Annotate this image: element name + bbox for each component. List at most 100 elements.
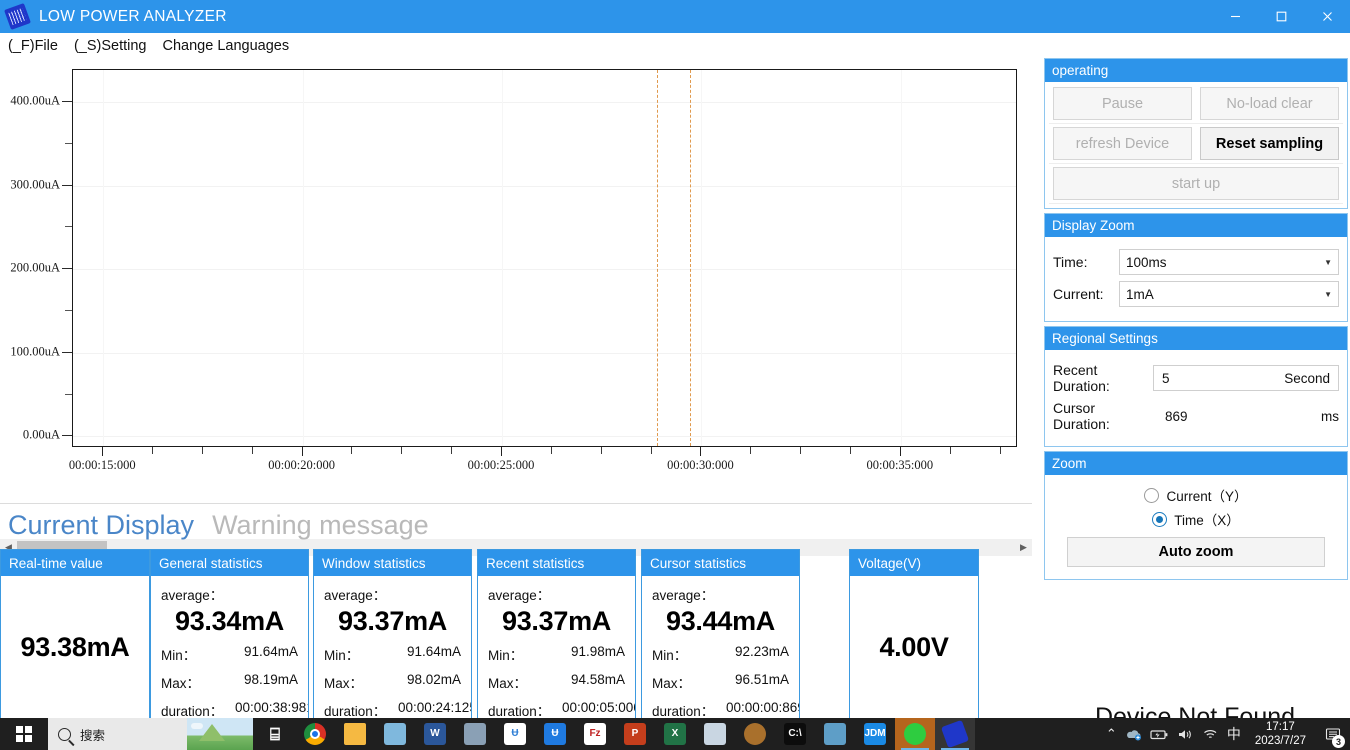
- current-zoom-row: Current: 1mA ▼: [1053, 281, 1339, 307]
- chrome-icon[interactable]: [295, 718, 335, 750]
- grid-line-vertical: [103, 70, 105, 446]
- clock-time: 17:17: [1266, 720, 1295, 733]
- stats-panel: Real-time value 93.38mA: [0, 549, 150, 719]
- ime-language-icon[interactable]: 中: [1227, 724, 1241, 744]
- task-view-icon[interactable]: ⌸: [255, 718, 295, 750]
- operating-row-3: start up: [1049, 164, 1343, 204]
- close-button[interactable]: [1304, 0, 1350, 33]
- taskbar-clock[interactable]: 17:17 2023/7/27: [1249, 720, 1312, 749]
- radio-time-x[interactable]: [1152, 511, 1168, 527]
- max-label: Max：: [324, 676, 364, 691]
- terminal-icon[interactable]: C:\: [775, 718, 815, 750]
- start-button[interactable]: [0, 718, 48, 750]
- max-value: 94.58mA: [570, 672, 625, 687]
- windows-taskbar: 搜索 ⌸ W Ʉ Ʉ Fz P X C:\ JDM ⌃ 中 17:17 2023/7/2: [0, 718, 1350, 750]
- analyzer-icon[interactable]: [935, 718, 975, 750]
- start-up-button[interactable]: start up: [1053, 167, 1339, 200]
- maximize-button[interactable]: [1258, 0, 1304, 33]
- y-axis-tick: [62, 268, 72, 270]
- onedrive-icon[interactable]: [1125, 728, 1142, 741]
- app-u2-icon[interactable]: Ʉ: [535, 718, 575, 750]
- excel-icon[interactable]: X: [655, 718, 695, 750]
- average-value: 93.37mA: [338, 606, 447, 636]
- battery-icon[interactable]: [1150, 728, 1169, 741]
- zoom-option-time[interactable]: Time（X）: [1053, 509, 1339, 529]
- duration-row: duration： 00:00:05:000: [488, 700, 635, 718]
- wechat-icon[interactable]: [895, 718, 935, 750]
- max-row: Max： 94.58mA: [488, 672, 625, 692]
- radio-current-y-label: Current（Y）: [1166, 489, 1248, 504]
- max-value: 96.51mA: [734, 672, 789, 687]
- jdm-icon[interactable]: JDM: [855, 718, 895, 750]
- notepad-icon[interactable]: [375, 718, 415, 750]
- x-axis-label: 00:00:30:000: [667, 458, 734, 472]
- window-controls: [1212, 0, 1350, 33]
- x-axis-minor-tick: [152, 447, 154, 454]
- volume-icon[interactable]: [1177, 728, 1194, 741]
- minimize-button[interactable]: [1212, 0, 1258, 33]
- stats-panel-title: Cursor statistics: [642, 550, 799, 576]
- duration-value: 00:00:05:000: [562, 700, 636, 715]
- auto-zoom-button[interactable]: Auto zoom: [1067, 537, 1325, 567]
- cursor-2[interactable]: [690, 70, 692, 446]
- time-zoom-select[interactable]: 100ms ▼: [1119, 249, 1339, 275]
- bear-app-icon[interactable]: [735, 718, 775, 750]
- regional-settings-group: Regional Settings Recent Duration: 5 Sec…: [1044, 326, 1348, 447]
- average-value: 93.44mA: [666, 606, 775, 636]
- min-row: Min： 91.64mA: [161, 644, 298, 664]
- x-axis-label: 00:00:35:000: [866, 458, 934, 472]
- scanner-icon[interactable]: [455, 718, 495, 750]
- grid-line-vertical: [302, 70, 304, 446]
- y-axis-tick: [62, 184, 72, 186]
- filezilla-icon[interactable]: Fz: [575, 718, 615, 750]
- x-axis-minor-tick: [750, 447, 752, 454]
- average-value: 93.37mA: [502, 606, 611, 636]
- tab-current-display[interactable]: Current Display: [8, 510, 194, 541]
- menu-setting[interactable]: (_S)Setting: [66, 36, 155, 56]
- menu-bar: (_F)File (_S)Setting Change Languages: [0, 33, 1350, 58]
- pause-button[interactable]: Pause: [1053, 87, 1192, 120]
- stats-panel-body: average： 93.37mA Min： 91.64mA Max： 98.02mA dur…: [314, 576, 471, 719]
- average-label: average：: [652, 588, 715, 603]
- zoom-option-current[interactable]: Current（Y）: [1053, 485, 1339, 505]
- grid-line: [73, 436, 1016, 438]
- taskbar-search-input[interactable]: 搜索: [48, 718, 253, 750]
- cursor-1[interactable]: [657, 70, 658, 446]
- recent-duration-unit: Second: [1284, 370, 1330, 386]
- no-load-clear-button[interactable]: No-load clear: [1200, 87, 1339, 120]
- monitor-app-icon[interactable]: [695, 718, 735, 750]
- stats-panel: General statistics average： 93.34mA Min： 91.…: [150, 549, 309, 719]
- refresh-device-button[interactable]: refresh Device: [1053, 127, 1192, 160]
- min-value: 91.98mA: [570, 644, 625, 659]
- radio-current-y[interactable]: [1144, 487, 1160, 503]
- grid-line: [73, 102, 1016, 104]
- file-explorer-icon[interactable]: [335, 718, 375, 750]
- tray-chevron-up-icon[interactable]: ⌃: [1106, 726, 1117, 742]
- x-axis-label: 00:00:25:000: [467, 458, 535, 472]
- recent-duration-input[interactable]: 5 Second: [1153, 365, 1339, 391]
- calculator-icon[interactable]: [815, 718, 855, 750]
- duration-label: duration：: [324, 704, 387, 719]
- x-axis-minor-tick: [451, 447, 453, 454]
- grid-line-vertical: [701, 70, 703, 446]
- application-window: LOW POWER ANALYZER (_F)File (_S)Setting …: [0, 0, 1350, 750]
- system-tray: ⌃ 中 17:17 2023/7/27 3: [1106, 718, 1350, 750]
- recent-duration-label: Recent Duration:: [1053, 362, 1110, 394]
- app-u-icon[interactable]: Ʉ: [495, 718, 535, 750]
- reset-sampling-button[interactable]: Reset sampling: [1200, 127, 1339, 160]
- plot-canvas[interactable]: [72, 69, 1017, 447]
- wifi-icon[interactable]: [1202, 728, 1219, 741]
- word-icon[interactable]: W: [415, 718, 455, 750]
- menu-change-languages[interactable]: Change Languages: [155, 36, 298, 56]
- notification-center-button[interactable]: 3: [1320, 718, 1346, 750]
- display-zoom-group: Display Zoom Time: 100ms ▼ Current: 1mA …: [1044, 213, 1348, 322]
- window-title: LOW POWER ANALYZER: [39, 7, 227, 25]
- powerpoint-icon[interactable]: P: [615, 718, 655, 750]
- app-waveform-icon: [4, 3, 31, 30]
- menu-file[interactable]: (_F)File: [0, 36, 66, 56]
- max-value: 98.02mA: [406, 672, 461, 687]
- tab-warning-message[interactable]: Warning message: [212, 510, 429, 541]
- current-zoom-select[interactable]: 1mA ▼: [1119, 281, 1339, 307]
- x-axis-minor-tick: [251, 447, 253, 454]
- chevron-down-icon: ▼: [1324, 257, 1332, 267]
